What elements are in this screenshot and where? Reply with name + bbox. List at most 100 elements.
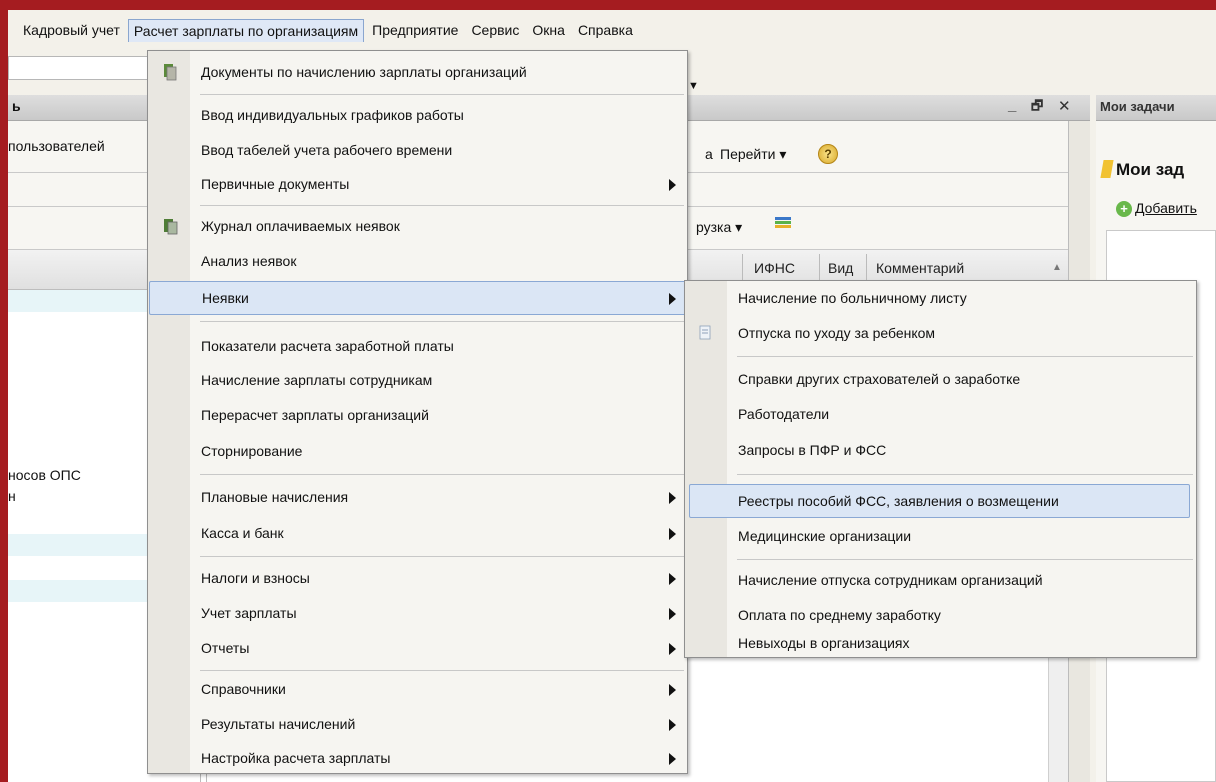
menu-item-label: Сторнирование (201, 443, 303, 459)
menu-item-label: Учет зарплаты (201, 605, 297, 621)
submenu-arrow-icon (669, 719, 676, 731)
submenu-arrow-icon (669, 684, 676, 696)
tasks-heading-text: Мои зад (1116, 160, 1185, 179)
table-row[interactable] (8, 534, 158, 556)
goto-button[interactable]: Перейти ▾ (720, 146, 786, 163)
menu-separator (737, 559, 1193, 560)
menu-item-label: Ввод табелей учета рабочего времени (201, 142, 453, 158)
table-row[interactable] (8, 580, 158, 602)
scroll-up-icon[interactable]: ▲ (1052, 262, 1062, 273)
folder-icon (1100, 160, 1114, 178)
menu-item-label: Первичные документы (201, 176, 350, 192)
submenu-arrow-icon (669, 528, 676, 540)
submenu-arrow-icon (669, 643, 676, 655)
menu-item-otchety[interactable]: Отчеты (149, 632, 686, 666)
app-window: Кадровый учет Расчет зарплаты по организ… (8, 10, 1216, 782)
menu-item-dokumenty-nachisleniya[interactable]: Документы по начислению зарплаты организ… (149, 56, 686, 90)
table-cell: н (8, 488, 16, 504)
menu-item-nachislenie-zarplaty[interactable]: Начисление зарплаты сотрудникам (149, 364, 686, 398)
submenu-item-spravki-strahovatelej[interactable]: Справки других страхователей о заработке (686, 363, 1195, 397)
main-dropdown-menu: Документы по начислению зарплаты организ… (147, 50, 688, 774)
submenu-item-bolnichnyj-list[interactable]: Начисление по больничному листу (686, 282, 1195, 316)
menu-item-label: Справки других страхователей о заработке (738, 371, 1021, 387)
menu-item-stornirovanie[interactable]: Сторнирование (149, 435, 686, 469)
menu-item-nalogi-i-vznosy[interactable]: Налоги и взносы (149, 562, 686, 596)
menu-item-pereraschet[interactable]: Перерасчет зарплаты организаций (149, 399, 686, 433)
menu-item-nastrojka-rascheta[interactable]: Настройка расчета зарплаты (149, 742, 686, 776)
submenu-arrow-icon (669, 753, 676, 765)
upload-button[interactable]: рузка ▾ (696, 219, 742, 236)
menu-predpriyatie[interactable]: Предприятие (367, 19, 463, 41)
menu-item-individualnye-grafiki[interactable]: Ввод индивидуальных графиков работы (149, 99, 686, 133)
minimize-icon[interactable]: _ (1008, 97, 1016, 114)
address-input[interactable] (8, 56, 150, 80)
submenu-item-medicinskie-organizacii[interactable]: Медицинские организации (686, 520, 1195, 554)
menu-item-label: Анализ неявок (201, 253, 297, 269)
submenu-arrow-icon (669, 293, 676, 305)
submenu-arrow-icon (669, 573, 676, 585)
restore-icon[interactable]: 🗗 (1031, 97, 1043, 119)
menu-item-label: Отчеты (201, 640, 250, 656)
menu-separator (200, 474, 684, 475)
menu-okna[interactable]: Окна (527, 19, 570, 41)
table-row[interactable] (8, 290, 158, 312)
menu-kadrovyj-uchet[interactable]: Кадровый учет (18, 19, 125, 41)
menu-spravka[interactable]: Справка (573, 19, 638, 41)
menu-item-zhurnal-neyavok[interactable]: Журнал оплачиваемых неявок (149, 210, 686, 244)
menu-item-label: Отпуска по уходу за ребенком (738, 325, 936, 341)
submenu-item-nevyhody[interactable]: Невыходы в организациях (686, 633, 1195, 657)
menu-item-analiz-neyavok[interactable]: Анализ неявок (149, 245, 686, 279)
menu-item-tabeli[interactable]: Ввод табелей учета рабочего времени (149, 134, 686, 168)
menu-item-label: Документы по начислению зарплаты организ… (201, 64, 527, 80)
menu-separator (200, 205, 684, 206)
menu-separator (200, 321, 684, 322)
column-vid[interactable]: Вид (828, 260, 853, 276)
add-task-button[interactable]: + Добавить (1116, 200, 1197, 217)
menu-item-pokazateli-rascheta[interactable]: Показатели расчета заработной платы (149, 330, 686, 364)
toolbar-fragment[interactable]: а (705, 146, 713, 162)
menubar: Кадровый учет Расчет зарплаты по организ… (8, 10, 1216, 50)
menu-item-label: Невыходы в организациях (738, 635, 910, 651)
add-icon: + (1116, 201, 1132, 217)
menu-separator (200, 670, 684, 671)
submenu-item-rabotodateli[interactable]: Работодатели (686, 398, 1195, 432)
table-cell: носов ОПС (8, 467, 81, 483)
menu-item-label: Результаты начислений (201, 716, 356, 732)
help-icon[interactable]: ? (818, 144, 838, 164)
column-kommentarij[interactable]: Комментарий (876, 260, 964, 276)
submenu-item-nachislenie-otpuska[interactable]: Начисление отпуска сотрудникам организац… (686, 564, 1195, 598)
menu-item-label: Начисление зарплаты сотрудникам (201, 372, 433, 388)
add-task-label: Добавить (1135, 200, 1197, 216)
toolbar-users-button[interactable]: пользователей (8, 138, 105, 154)
submenu-item-reestry-posobij[interactable]: Реестры пособий ФСС, заявления о возмеще… (689, 484, 1190, 518)
menu-item-label: Начисление по больничному листу (738, 290, 967, 306)
menu-item-label: Перерасчет зарплаты организаций (201, 407, 429, 423)
menu-item-label: Неявки (202, 290, 249, 306)
menu-servis[interactable]: Сервис (466, 19, 524, 41)
column-ifns[interactable]: ИФНС (754, 260, 795, 276)
upload-report-icon[interactable] (774, 214, 792, 232)
menu-item-pervichnye-dokumenty[interactable]: Первичные документы (149, 168, 686, 202)
journal-icon (164, 219, 178, 235)
menu-raschet-zarplaty[interactable]: Расчет зарплаты по организациям (127, 18, 365, 42)
close-icon[interactable]: ✕ (1058, 97, 1071, 115)
submenu-item-zaprosy-pfr-fss[interactable]: Запросы в ПФР и ФСС (686, 434, 1195, 468)
submenu-item-otpuska-po-uhodu[interactable]: Отпуска по уходу за ребенком (686, 317, 1195, 351)
menu-item-neyavki[interactable]: Неявки (149, 281, 686, 315)
menu-item-uchet-zarplaty[interactable]: Учет зарплаты (149, 597, 686, 631)
menu-item-label: Ввод индивидуальных графиков работы (201, 107, 464, 123)
neyavki-submenu: Начисление по больничному листу Отпуска … (684, 280, 1197, 658)
menu-item-label: Касса и банк (201, 525, 284, 541)
menu-item-rezultaty-nachislenij[interactable]: Результаты начислений (149, 708, 686, 742)
menu-item-label: Реестры пособий ФСС, заявления о возмеще… (738, 493, 1059, 509)
documents-icon (164, 64, 177, 81)
submenu-item-oplata-po-srednemu[interactable]: Оплата по среднему заработку (686, 599, 1195, 633)
menu-item-label: Медицинские организации (738, 528, 912, 544)
menu-item-planovye-nachisleniya[interactable]: Плановые начисления (149, 481, 686, 515)
menu-item-label: Журнал оплачиваемых неявок (201, 218, 400, 234)
menu-item-spravochniki[interactable]: Справочники (149, 673, 686, 707)
dropdown-arrow-icon[interactable]: ▼ (688, 80, 699, 92)
menu-item-label: Показатели расчета заработной платы (201, 338, 454, 354)
menu-item-kassa-i-bank[interactable]: Касса и банк (149, 517, 686, 551)
menu-item-label: Справочники (201, 681, 286, 697)
